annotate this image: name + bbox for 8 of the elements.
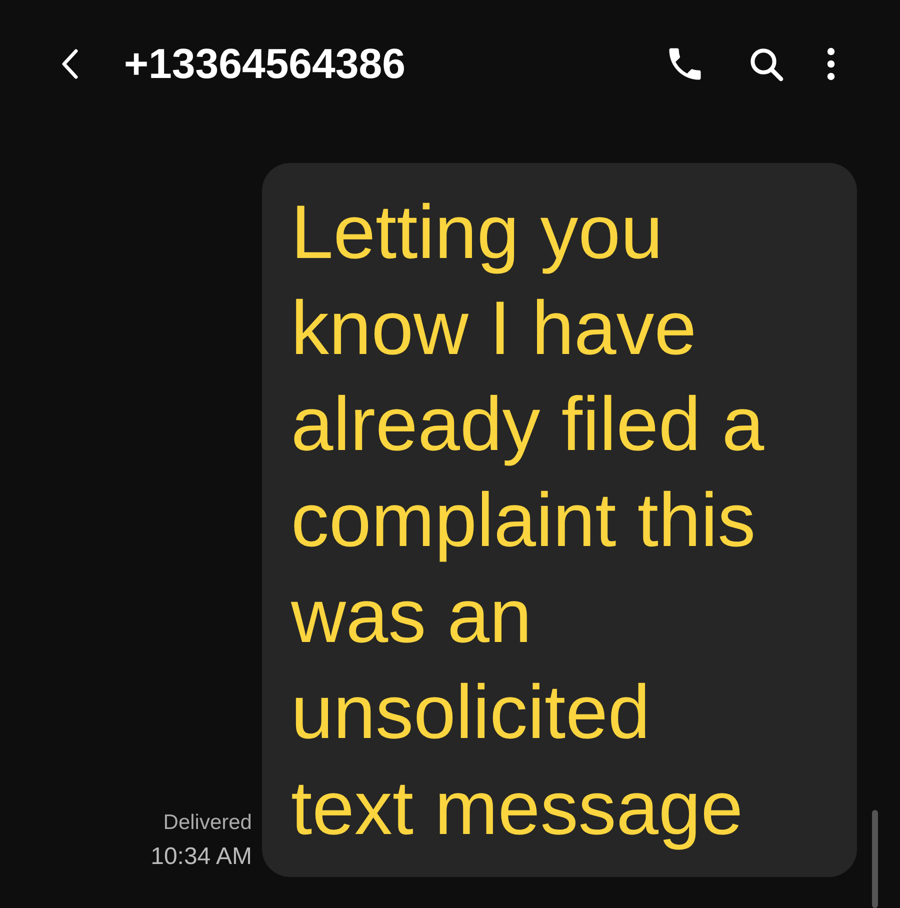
message-text: Letting you know I have already filed a complaint this was an unsolicited text message <box>291 189 766 853</box>
message-time: 10:34 AM <box>150 843 252 871</box>
message-bubble[interactable]: Letting you know I have already filed a complaint this was an unsolicited text message <box>262 163 857 877</box>
contact-number: +13364564386 <box>124 40 406 88</box>
delivery-status: Delivered <box>163 811 252 835</box>
more-icon[interactable] <box>826 47 836 81</box>
back-icon[interactable] <box>60 48 80 80</box>
scrollbar[interactable] <box>872 810 878 908</box>
